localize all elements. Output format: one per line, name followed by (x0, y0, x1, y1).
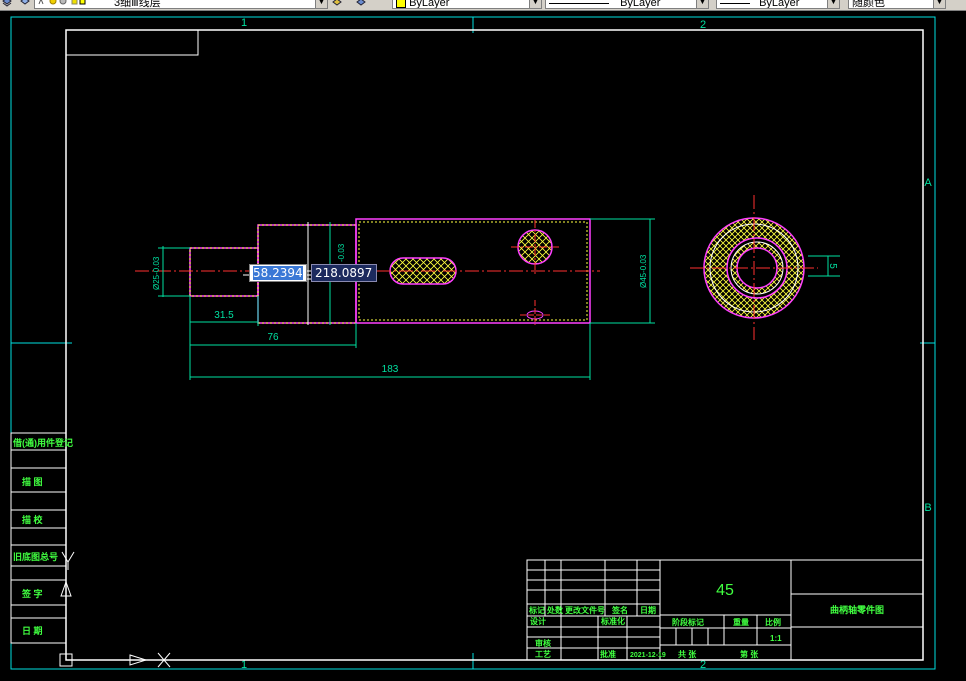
outer-border (10, 16, 936, 670)
tb-date-value: 2021-12-19 (630, 652, 666, 659)
dim-5: 5 (827, 263, 838, 269)
zone-bottom-1: 1 (241, 659, 247, 671)
dim-183: 183 (382, 364, 399, 375)
chevron-down-icon[interactable]: ▼ (933, 0, 945, 8)
linetype-value: ByLayer (620, 0, 661, 9)
color-swatch (396, 0, 406, 8)
dynamic-input-y[interactable]: 218.0897 (311, 264, 377, 282)
color-value: ByLayer (409, 0, 450, 9)
zone-bottom-2: 2 (700, 659, 706, 671)
tb-weight: 重量 (733, 617, 749, 627)
tb-process: 工艺 (535, 649, 551, 659)
tb-sheet: 第 张 (740, 649, 759, 659)
layer-manager-icon[interactable] (20, 0, 30, 7)
tb-count: 处数 (546, 605, 564, 615)
dim-76: 76 (267, 332, 279, 343)
left-table-row1: 借(通)用件登记 (12, 437, 73, 448)
dim-dia-large: Ø45-0.03 (639, 254, 648, 288)
tb-review: 审核 (535, 638, 551, 648)
linetype-dropdown[interactable]: ByLayer ▼ (545, 0, 709, 9)
properties-toolbar: 3细Ⅲ线层 ▼ ByLayer ▼ ByLayer ▼ ByLayer ▼ 随颜… (0, 0, 966, 11)
tb-date-label: 日期 (640, 605, 656, 615)
layer-previous-icon[interactable] (356, 0, 366, 7)
tb-ratio-value: 1:1 (770, 634, 782, 643)
dynamic-input-x-value: 58.2394 (253, 266, 303, 280)
zone-right-b: B (924, 502, 931, 514)
lineweight-value: ByLayer (759, 0, 800, 9)
tb-marker: 标记 (528, 605, 545, 615)
left-table-row6: 日 期 (22, 625, 43, 636)
drawing-canvas[interactable]: 1 2 1 2 A B 借(通)用件登记 描 图 描 校 旧底图总号 签 字 日… (0, 11, 966, 681)
chevron-down-icon[interactable]: ▼ (696, 0, 708, 8)
layer-state-icons (38, 0, 86, 5)
zone-top-1: 1 (241, 17, 247, 29)
layer-name: 3细Ⅲ线层 (114, 0, 161, 9)
make-current-layer-icon[interactable] (332, 0, 342, 7)
tb-approve: 批准 (600, 649, 616, 659)
ucs-icon (59, 551, 171, 668)
zone-right-a: A (924, 177, 932, 189)
dim-dia-mid: -0.03 (337, 243, 346, 262)
layer-states-icon[interactable] (2, 0, 12, 7)
dim-dia-small: Ø25-0.03 (152, 256, 161, 290)
dynamic-input-x[interactable]: 58.2394 (249, 264, 307, 282)
tb-ratio: 比例 (765, 617, 781, 627)
color-dropdown[interactable]: ByLayer ▼ (392, 0, 542, 9)
tb-stage: 阶段标记 (672, 617, 704, 627)
layer-dropdown[interactable]: 3细Ⅲ线层 ▼ (34, 0, 328, 9)
left-table-row5: 签 字 (21, 588, 43, 599)
tb-sheets: 共 张 (678, 649, 697, 659)
plotstyle-dropdown[interactable]: 随颜色 ▼ (848, 0, 946, 9)
chevron-down-icon[interactable]: ▼ (529, 0, 541, 8)
zone-top-2: 2 (700, 19, 706, 31)
tb-designer: 设计 (530, 616, 546, 626)
tb-drawing-name: 曲柄轴零件图 (830, 604, 884, 615)
tb-sign: 签名 (611, 605, 628, 615)
dim-31-5: 31.5 (214, 310, 234, 321)
left-table-row4: 旧底图总号 (13, 551, 58, 562)
left-side-table (10, 432, 67, 644)
tb-standard: 标准化 (600, 616, 625, 626)
left-table-row3: 描 校 (22, 514, 44, 525)
tb-scale-number: 45 (716, 582, 734, 599)
lineweight-dropdown[interactable]: ByLayer ▼ (716, 0, 840, 9)
plotstyle-value: 随颜色 (852, 0, 885, 9)
left-table-row2: 描 图 (22, 476, 43, 487)
shaft-side-view[interactable] (690, 195, 818, 340)
linetype-sample (549, 2, 609, 4)
chevron-down-icon[interactable]: ▼ (315, 0, 327, 8)
chevron-down-icon[interactable]: ▼ (827, 0, 839, 8)
lineweight-sample (720, 2, 750, 4)
tb-change-doc: 更改文件号 (565, 605, 605, 615)
